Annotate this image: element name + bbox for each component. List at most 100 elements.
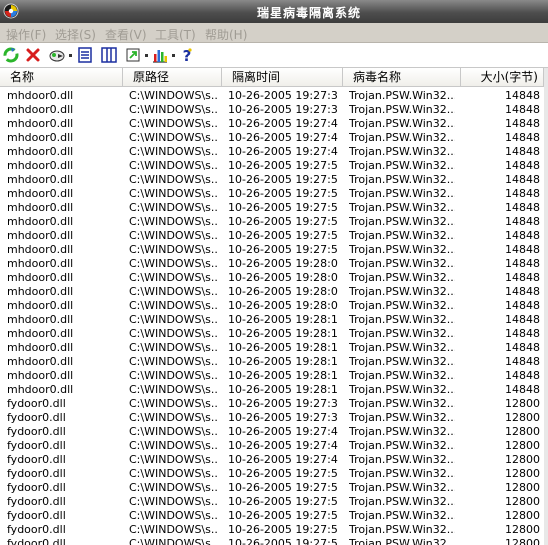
cell-virus-name: Trojan.PSW.Win32... xyxy=(349,257,455,270)
cell-quarantine-time: 10-26-2005 19:28:09 xyxy=(228,285,338,298)
list-rows: mhdoor0.dll C:\WINDOWS\s... 10-26-2005 19:… xyxy=(0,89,544,545)
table-row[interactable]: mhdoor0.dll C:\WINDOWS\s... 10-26-2005 19:… xyxy=(0,313,544,327)
cell-original-path: C:\WINDOWS\s... xyxy=(129,411,217,424)
cell-virus-name: Trojan.PSW.Win32... xyxy=(349,299,455,312)
table-row[interactable]: mhdoor0.dll C:\WINDOWS\s... 10-26-2005 19:… xyxy=(0,285,544,299)
cell-name: mhdoor0.dll xyxy=(7,313,74,326)
table-row[interactable]: fydoor0.dll C:\WINDOWS\s... 10-26-2005 19:… xyxy=(0,439,544,453)
quarantine-list[interactable]: 名称 原路径 隔离时间 病毒名称 大小(字节) mhdoor0.dll C:\WI… xyxy=(0,68,544,545)
cell-original-path: C:\WINDOWS\s... xyxy=(129,481,217,494)
cell-original-path: C:\WINDOWS\s... xyxy=(129,187,217,200)
table-row[interactable]: mhdoor0.dll C:\WINDOWS\s... 10-26-2005 19:… xyxy=(0,131,544,145)
table-row[interactable]: mhdoor0.dll C:\WINDOWS\s... 10-26-2005 19:… xyxy=(0,89,544,103)
cell-original-path: C:\WINDOWS\s... xyxy=(129,229,217,242)
table-row[interactable]: fydoor0.dll C:\WINDOWS\s... 10-26-2005 19:… xyxy=(0,509,544,523)
cell-size: 14848 xyxy=(505,145,540,158)
column-header-original-path[interactable]: 原路径 xyxy=(123,68,222,87)
table-row[interactable]: fydoor0.dll C:\WINDOWS\s... 10-26-2005 19:… xyxy=(0,425,544,439)
list-header: 名称 原路径 隔离时间 病毒名称 大小(字节) xyxy=(0,68,544,88)
cell-original-path: C:\WINDOWS\s... xyxy=(129,327,217,340)
cell-size: 14848 xyxy=(505,117,540,130)
table-row[interactable]: fydoor0.dll C:\WINDOWS\s... 10-26-2005 19:… xyxy=(0,537,544,545)
table-row[interactable]: fydoor0.dll C:\WINDOWS\s... 10-26-2005 19:… xyxy=(0,467,544,481)
cell-size: 14848 xyxy=(505,173,540,186)
toolbar-dropdown-dot[interactable] xyxy=(172,54,175,57)
table-row[interactable]: mhdoor0.dll C:\WINDOWS\s... 10-26-2005 19:… xyxy=(0,355,544,369)
details-list-icon[interactable] xyxy=(76,46,94,64)
cell-virus-name: Trojan.PSW.Win32... xyxy=(349,229,455,242)
menu-view[interactable]: 查看(V) xyxy=(105,26,147,43)
cell-name: mhdoor0.dll xyxy=(7,131,74,144)
table-row[interactable]: mhdoor0.dll C:\WINDOWS\s... 10-26-2005 19:… xyxy=(0,341,544,355)
cell-name: fydoor0.dll xyxy=(7,411,66,424)
table-row[interactable]: mhdoor0.dll C:\WINDOWS\s... 10-26-2005 19:… xyxy=(0,271,544,285)
menu-tools[interactable]: 工具(T) xyxy=(155,26,196,43)
column-header-name[interactable]: 名称 xyxy=(0,68,123,87)
cell-size: 14848 xyxy=(505,285,540,298)
export-icon[interactable] xyxy=(124,46,142,64)
cell-quarantine-time: 10-26-2005 19:27:49 xyxy=(228,453,338,466)
refresh-icon[interactable] xyxy=(2,46,20,64)
cell-size: 12800 xyxy=(505,495,540,508)
table-row[interactable]: fydoor0.dll C:\WINDOWS\s... 10-26-2005 19:… xyxy=(0,397,544,411)
delete-icon[interactable] xyxy=(24,46,42,64)
columns-icon[interactable] xyxy=(100,46,118,64)
table-row[interactable]: fydoor0.dll C:\WINDOWS\s... 10-26-2005 19:… xyxy=(0,411,544,425)
cell-size: 12800 xyxy=(505,425,540,438)
toolbar-dropdown-dot[interactable] xyxy=(145,54,148,57)
cell-original-path: C:\WINDOWS\s... xyxy=(129,467,217,480)
cell-quarantine-time: 10-26-2005 19:28:01 xyxy=(228,257,338,270)
cell-quarantine-time: 10-26-2005 19:27:54 xyxy=(228,187,338,200)
table-row[interactable]: mhdoor0.dll C:\WINDOWS\s... 10-26-2005 19:… xyxy=(0,145,544,159)
table-row[interactable]: fydoor0.dll C:\WINDOWS\s... 10-26-2005 19:… xyxy=(0,523,544,537)
cell-original-path: C:\WINDOWS\s... xyxy=(129,89,217,102)
table-row[interactable]: mhdoor0.dll C:\WINDOWS\s... 10-26-2005 19:… xyxy=(0,257,544,271)
window-title: 瑞星病毒隔离系统 xyxy=(256,6,361,20)
table-row[interactable]: mhdoor0.dll C:\WINDOWS\s... 10-26-2005 19:… xyxy=(0,215,544,229)
menu-select[interactable]: 选择(S) xyxy=(55,26,96,43)
table-row[interactable]: fydoor0.dll C:\WINDOWS\s... 10-26-2005 19:… xyxy=(0,481,544,495)
title-bar[interactable]: 瑞星病毒隔离系统 xyxy=(0,0,548,23)
table-row[interactable]: mhdoor0.dll C:\WINDOWS\s... 10-26-2005 19:… xyxy=(0,327,544,341)
vertical-scrollbar[interactable] xyxy=(544,68,548,545)
cell-quarantine-time: 10-26-2005 19:27:55 xyxy=(228,537,338,545)
cell-original-path: C:\WINDOWS\s... xyxy=(129,523,217,536)
table-row[interactable]: fydoor0.dll C:\WINDOWS\s... 10-26-2005 19:… xyxy=(0,453,544,467)
cell-virus-name: Trojan.PSW.Win32... xyxy=(349,383,455,396)
cell-quarantine-time: 10-26-2005 19:27:48 xyxy=(228,131,338,144)
cell-quarantine-time: 10-26-2005 19:27:49 xyxy=(228,145,338,158)
column-header-quarantine-time[interactable]: 隔离时间 xyxy=(222,68,343,87)
cell-name: mhdoor0.dll xyxy=(7,285,74,298)
menu-help[interactable]: 帮助(H) xyxy=(205,26,247,43)
cell-size: 14848 xyxy=(505,215,540,228)
table-row[interactable]: mhdoor0.dll C:\WINDOWS\s... 10-26-2005 19:… xyxy=(0,173,544,187)
table-row[interactable]: mhdoor0.dll C:\WINDOWS\s... 10-26-2005 19:… xyxy=(0,159,544,173)
cell-quarantine-time: 10-26-2005 19:28:12 xyxy=(228,369,338,382)
cell-size: 14848 xyxy=(505,159,540,172)
cell-original-path: C:\WINDOWS\s... xyxy=(129,145,217,158)
table-row[interactable]: mhdoor0.dll C:\WINDOWS\s... 10-26-2005 19:… xyxy=(0,243,544,257)
table-row[interactable]: mhdoor0.dll C:\WINDOWS\s... 10-26-2005 19:… xyxy=(0,117,544,131)
table-row[interactable]: mhdoor0.dll C:\WINDOWS\s... 10-26-2005 19:… xyxy=(0,201,544,215)
cell-virus-name: Trojan.PSW.Win32... xyxy=(349,89,455,102)
column-header-virus-name[interactable]: 病毒名称 xyxy=(343,68,461,87)
table-row[interactable]: fydoor0.dll C:\WINDOWS\s... 10-26-2005 19:… xyxy=(0,495,544,509)
table-row[interactable]: mhdoor0.dll C:\WINDOWS\s... 10-26-2005 19:… xyxy=(0,103,544,117)
table-row[interactable]: mhdoor0.dll C:\WINDOWS\s... 10-26-2005 19:… xyxy=(0,299,544,313)
statistics-chart-icon[interactable] xyxy=(151,46,169,64)
cell-size: 14848 xyxy=(505,131,540,144)
help-icon[interactable]: ? xyxy=(178,46,196,64)
table-row[interactable]: mhdoor0.dll C:\WINDOWS\s... 10-26-2005 19:… xyxy=(0,369,544,383)
cell-name: mhdoor0.dll xyxy=(7,89,74,102)
column-header-size[interactable]: 大小(字节) xyxy=(461,68,544,87)
cell-original-path: C:\WINDOWS\s... xyxy=(129,397,217,410)
table-row[interactable]: mhdoor0.dll C:\WINDOWS\s... 10-26-2005 19:… xyxy=(0,383,544,397)
restore-icon[interactable] xyxy=(48,46,66,64)
toolbar: ? xyxy=(0,43,548,68)
menu-operation[interactable]: 操作(F) xyxy=(6,26,46,43)
table-row[interactable]: mhdoor0.dll C:\WINDOWS\s... 10-26-2005 19:… xyxy=(0,187,544,201)
cell-name: fydoor0.dll xyxy=(7,481,66,494)
cell-name: mhdoor0.dll xyxy=(7,257,74,270)
toolbar-dropdown-dot[interactable] xyxy=(69,54,72,57)
table-row[interactable]: mhdoor0.dll C:\WINDOWS\s... 10-26-2005 19:… xyxy=(0,229,544,243)
